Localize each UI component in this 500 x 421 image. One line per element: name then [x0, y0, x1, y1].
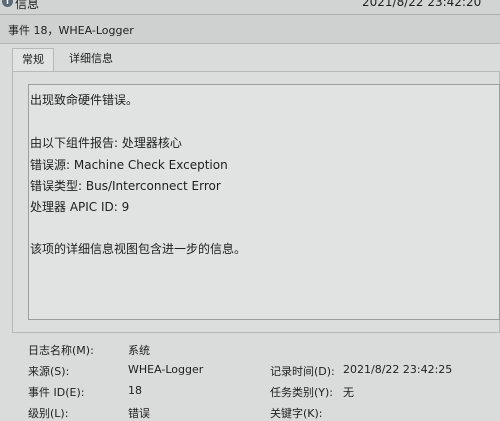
tab-general[interactable]: 常规 — [12, 48, 54, 72]
description-line: 该项的详细信息视图包含进一步的信息。 — [30, 242, 247, 256]
level-value: 错误 — [128, 407, 150, 420]
event-header-title: 事件 18，WHEA-Logger — [8, 24, 134, 37]
description-line: 由以下组件报告: 处理器核心 — [30, 136, 182, 150]
keywords-label: 关键字(K): — [270, 407, 323, 420]
info-icon: i — [2, 0, 13, 7]
description-line: 错误类型: Bus/Interconnect Error — [30, 179, 221, 193]
log-name-label: 日志名称(M): — [28, 344, 94, 357]
description-line: 错误源: Machine Check Exception — [30, 158, 228, 172]
source-label: 来源(S): — [28, 365, 70, 378]
window-title: 信息 — [15, 0, 40, 11]
logged-time-value: 2021/8/22 23:42:25 — [343, 363, 453, 376]
task-category-label: 任务类别(Y): — [270, 386, 334, 399]
log-name-value: 系统 — [128, 344, 150, 357]
source-value: WHEA-Logger — [128, 363, 204, 376]
tab-details[interactable]: 详细信息 — [62, 48, 120, 72]
event-id-value: 18 — [128, 384, 142, 397]
event-header: 事件 18，WHEA-Logger — [0, 14, 500, 44]
description-line: 处理器 APIC ID: 9 — [30, 200, 130, 214]
logged-time-label: 记录时间(D): — [270, 365, 335, 378]
window-titlebar: i 信息 2021/8/22 23:42:20 — [0, 0, 500, 14]
task-category-value: 无 — [343, 386, 354, 399]
event-id-label: 事件 ID(E): — [28, 386, 85, 399]
window-time: 2021/8/22 23:42:20 — [362, 0, 482, 9]
level-label: 级别(L): — [28, 407, 69, 420]
description-line: 出现致命硬件错误。 — [30, 93, 139, 107]
